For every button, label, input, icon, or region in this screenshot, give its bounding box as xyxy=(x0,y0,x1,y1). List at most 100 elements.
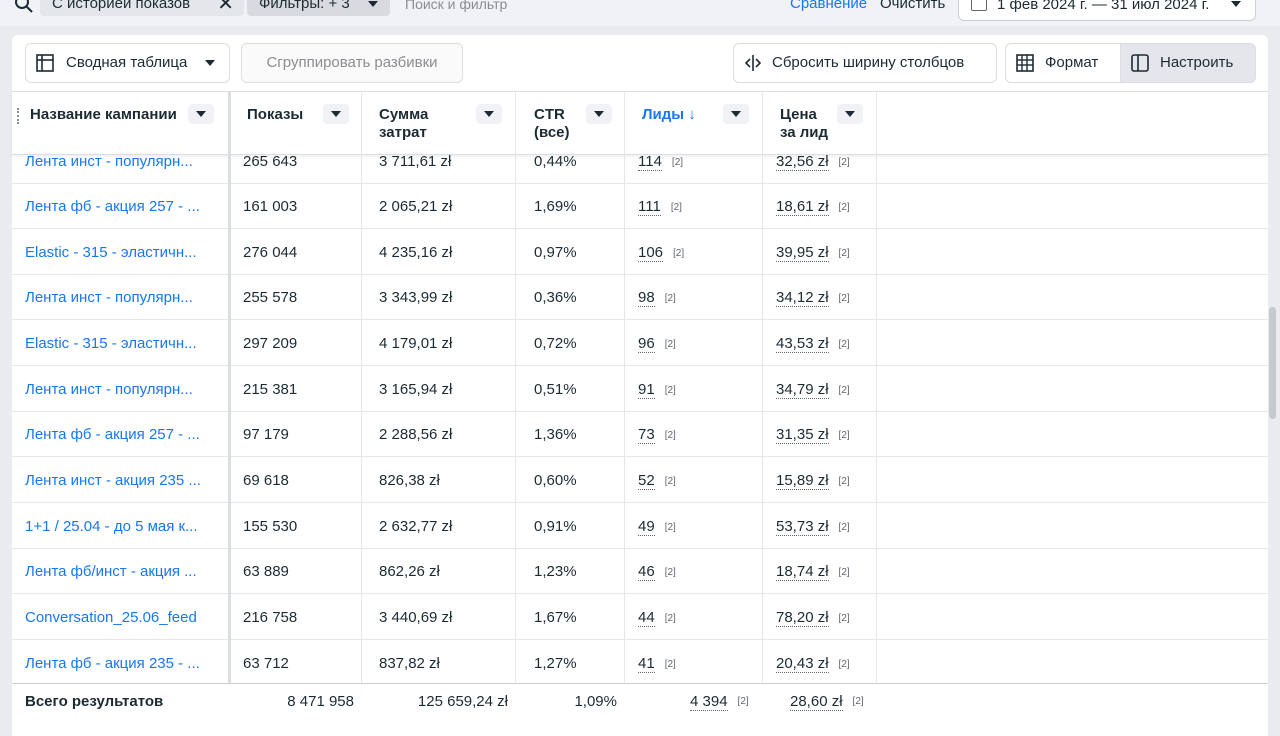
campaign-name-link[interactable]: 1+1 / 25.04 - до 5 мая к... xyxy=(25,504,230,549)
date-range-picker[interactable]: 1 фев 2024 г. — 31 июл 2024 г. xyxy=(958,0,1256,21)
reset-column-width-button[interactable]: Сбросить ширину столбцов xyxy=(733,43,997,83)
column-menu-button[interactable] xyxy=(188,104,214,124)
attribution-badge[interactable]: [2] xyxy=(853,696,864,707)
totals-cpl[interactable]: 28,60 zł xyxy=(790,694,843,711)
column-header-campaign-name[interactable]: Название кампании xyxy=(30,92,230,154)
clear-link[interactable]: Очистить xyxy=(880,0,945,16)
table-row[interactable]: Лента фб - акция 257 - ... 161 003 2 065… xyxy=(12,184,1268,229)
attribution-badge[interactable]: [2] xyxy=(665,293,676,304)
attribution-badge[interactable]: [2] xyxy=(839,659,850,670)
attribution-badge[interactable]: [2] xyxy=(839,613,850,624)
campaign-name-link[interactable]: Лента фб - акция 235 - ... xyxy=(25,641,230,683)
leads-value[interactable]: 73 xyxy=(638,427,655,444)
totals-leads[interactable]: 4 394 xyxy=(690,694,728,711)
cpl-value[interactable]: 20,43 zł xyxy=(776,656,829,673)
attribution-badge[interactable]: [2] xyxy=(665,522,676,533)
table-row[interactable]: 1+1 / 25.04 - до 5 мая к... 155 530 2 63… xyxy=(12,504,1268,549)
column-divider[interactable] xyxy=(515,91,516,691)
group-breakdowns-button[interactable]: Сгруппировать разбивки xyxy=(241,43,463,83)
column-menu-button[interactable] xyxy=(476,104,502,124)
pivot-table-button[interactable]: Сводная таблица xyxy=(25,43,230,83)
column-divider[interactable] xyxy=(762,91,763,691)
column-menu-button[interactable] xyxy=(723,104,749,124)
attribution-badge[interactable]: [2] xyxy=(665,339,676,350)
column-divider[interactable] xyxy=(361,91,362,691)
column-menu-button[interactable] xyxy=(837,104,863,124)
column-header-cost-per-lead[interactable]: Цена за лид xyxy=(780,92,880,154)
table-row[interactable]: Лента инст - акция 235 ... 69 618 826,38… xyxy=(12,458,1268,503)
attribution-badge[interactable]: [2] xyxy=(665,567,676,578)
cpl-value[interactable]: 32,56 zł xyxy=(776,154,829,171)
attribution-badge[interactable]: [2] xyxy=(839,248,850,259)
attribution-badge[interactable]: [2] xyxy=(839,476,850,487)
column-header-impressions[interactable]: Показы xyxy=(247,92,357,154)
close-icon[interactable]: ✕ xyxy=(217,0,234,16)
search-input[interactable]: Поиск и фильтр xyxy=(405,0,507,16)
column-header-leads[interactable]: Лиды ↓ xyxy=(642,92,772,154)
cpl-value[interactable]: 34,79 zł xyxy=(776,382,829,399)
column-header-ctr[interactable]: CTR (все) xyxy=(534,92,634,154)
column-header-cost[interactable]: Сумма затрат xyxy=(379,92,519,154)
attribution-badge[interactable]: [2] xyxy=(665,659,676,670)
column-divider[interactable] xyxy=(624,91,625,691)
cpl-value[interactable]: 53,73 zł xyxy=(776,519,829,536)
column-menu-button[interactable] xyxy=(323,104,349,124)
attribution-badge[interactable]: [2] xyxy=(671,202,682,213)
attribution-badge[interactable]: [2] xyxy=(665,385,676,396)
column-divider[interactable] xyxy=(228,91,231,691)
attribution-badge[interactable]: [2] xyxy=(665,430,676,441)
cpl-value[interactable]: 18,74 zł xyxy=(776,564,829,581)
leads-value[interactable]: 52 xyxy=(638,473,655,490)
campaign-name-link[interactable]: Лента инст - популярн... xyxy=(25,367,230,412)
drag-handle-icon[interactable] xyxy=(17,108,22,124)
attribution-badge[interactable]: [2] xyxy=(839,293,850,304)
attribution-badge[interactable]: [2] xyxy=(839,202,850,213)
vertical-scrollbar[interactable] xyxy=(1269,307,1276,419)
attribution-badge[interactable]: [2] xyxy=(839,385,850,396)
table-row[interactable]: Лента фб - акция 235 - ... 63 712 837,82… xyxy=(12,641,1268,683)
cpl-value[interactable]: 39,95 zł xyxy=(776,245,829,262)
cpl-value[interactable]: 34,12 zł xyxy=(776,290,829,307)
attribution-badge[interactable]: [2] xyxy=(665,613,676,624)
customize-button[interactable]: Настроить xyxy=(1120,43,1256,83)
history-filter-chip[interactable]: С историей показов ✕ xyxy=(40,0,244,16)
campaign-name-link[interactable]: Лента фб - акция 257 - ... xyxy=(25,412,230,457)
campaign-name-link[interactable]: Лента инст - популярн... xyxy=(25,153,230,184)
table-row[interactable]: Elastic - 315 - эластичн... 297 209 4 17… xyxy=(12,321,1268,366)
attribution-badge[interactable]: [2] xyxy=(738,696,749,707)
attribution-badge[interactable]: [2] xyxy=(839,339,850,350)
cpl-value[interactable]: 78,20 zł xyxy=(776,610,829,627)
search-icon[interactable] xyxy=(14,0,34,14)
attribution-badge[interactable]: [2] xyxy=(672,157,683,168)
attribution-badge[interactable]: [2] xyxy=(839,157,850,168)
campaign-name-link[interactable]: Лента фб - акция 257 - ... xyxy=(25,184,230,229)
leads-value[interactable]: 41 xyxy=(638,656,655,673)
attribution-badge[interactable]: [2] xyxy=(839,567,850,578)
leads-value[interactable]: 106 xyxy=(638,245,664,262)
table-row[interactable]: Elastic - 315 - эластичн... 276 044 4 23… xyxy=(12,230,1268,275)
table-row[interactable]: Лента инст - популярн... 215 381 3 165,9… xyxy=(12,367,1268,412)
compare-link[interactable]: Сравнение xyxy=(790,0,867,16)
table-row[interactable]: Conversation_25.06_feed 216 758 3 440,69… xyxy=(12,595,1268,640)
leads-value[interactable]: 49 xyxy=(638,519,655,536)
attribution-badge[interactable]: [2] xyxy=(839,430,850,441)
table-row[interactable]: Лента инст - популярн... 255 578 3 343,9… xyxy=(12,275,1268,320)
table-row[interactable]: Лента фб - акция 257 - ... 97 179 2 288,… xyxy=(12,412,1268,457)
attribution-badge[interactable]: [2] xyxy=(839,522,850,533)
attribution-badge[interactable]: [2] xyxy=(665,476,676,487)
cpl-value[interactable]: 31,35 zł xyxy=(776,427,829,444)
filters-dropdown[interactable]: Фильтры: + 3 xyxy=(247,0,390,16)
campaign-name-link[interactable]: Лента инст - акция 235 ... xyxy=(25,458,230,503)
campaign-name-link[interactable]: Elastic - 315 - эластичн... xyxy=(25,230,230,275)
column-divider[interactable] xyxy=(876,91,877,691)
table-row[interactable]: Лента фб/инст - акция ... 63 889 862,26 … xyxy=(12,549,1268,594)
leads-value[interactable]: 98 xyxy=(638,290,655,307)
cpl-value[interactable]: 43,53 zł xyxy=(776,336,829,353)
campaign-name-link[interactable]: Лента инст - популярн... xyxy=(25,275,230,320)
leads-value[interactable]: 111 xyxy=(638,199,661,216)
cpl-value[interactable]: 15,89 zł xyxy=(776,473,829,490)
leads-value[interactable]: 114 xyxy=(638,154,662,171)
leads-value[interactable]: 44 xyxy=(638,610,655,627)
cpl-value[interactable]: 18,61 zł xyxy=(776,199,829,216)
table-row[interactable]: Лента инст - популярн... 265 643 3 711,6… xyxy=(12,153,1268,184)
